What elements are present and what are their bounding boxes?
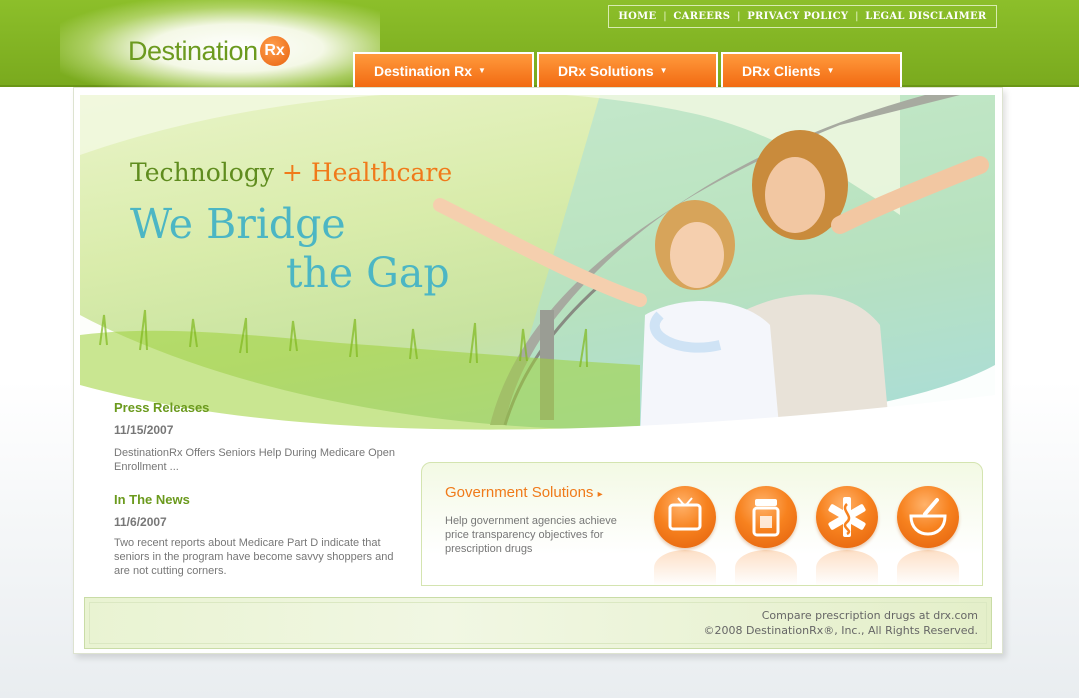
tv-icon-reflection (654, 550, 716, 586)
press-releases-heading[interactable]: Press Releases (114, 400, 209, 415)
nav-tab-label: DRx Solutions (558, 62, 654, 79)
mortar-pestle-icon[interactable] (897, 486, 959, 548)
pill-bottle-icon[interactable] (735, 486, 797, 548)
press-release-date: 11/15/2007 (114, 423, 174, 437)
separator: | (663, 11, 667, 22)
hero-banner (80, 95, 995, 437)
separator: | (855, 11, 859, 22)
tagline-plus: + (281, 158, 303, 187)
medical-star-icon-reflection (816, 550, 878, 586)
footer-copyright: ©2008 DestinationRx®, Inc., All Rights R… (703, 624, 978, 637)
in-the-news-heading[interactable]: In The News (114, 492, 190, 507)
news-summary[interactable]: Two recent reports about Medicare Part D… (114, 536, 399, 578)
utility-links: HOME | CAREERS | PRIVACY POLICY | LEGAL … (608, 5, 997, 28)
hero-illustration (80, 95, 995, 437)
separator: | (737, 11, 741, 22)
footer: Compare prescription drugs at drx.com ©2… (84, 597, 992, 649)
pill-bottle-icon-reflection (735, 550, 797, 586)
rx-badge-icon: Rx (259, 36, 290, 66)
logo-text: Destination (128, 35, 258, 66)
nav-tab-label: DRx Clients (742, 62, 821, 79)
privacy-policy-link[interactable]: PRIVACY POLICY (747, 11, 848, 22)
tagline-technology: Technology (130, 158, 274, 187)
main-nav: Destination Rx ▼ DRx Solutions ▼ DRx Cli… (353, 52, 902, 87)
careers-link[interactable]: CAREERS (673, 11, 730, 22)
gov-title-text: Government Solutions (445, 484, 594, 501)
government-solutions-link[interactable]: Government Solutions ▸ (445, 484, 603, 501)
chevron-down-icon: ▼ (826, 66, 835, 75)
logo[interactable]: Destination Rx (128, 34, 290, 68)
chevron-down-icon: ▼ (478, 66, 486, 75)
hero-headline-line2: the Gap (286, 249, 450, 297)
nav-tab-drx-clients[interactable]: DRx Clients ▼ (721, 52, 902, 87)
gov-description: Help government agencies achieve price t… (445, 515, 617, 555)
chevron-down-icon: ▼ (659, 66, 668, 75)
tagline-healthcare: Healthcare (310, 158, 453, 187)
hero-tagline: Technology + Healthcare (130, 158, 452, 187)
tv-icon[interactable] (654, 486, 716, 548)
arrow-right-icon: ▸ (597, 489, 603, 500)
home-link[interactable]: HOME (618, 11, 656, 22)
news-date: 11/6/2007 (114, 515, 167, 529)
nav-tab-drx-solutions[interactable]: DRx Solutions ▼ (537, 52, 718, 87)
nav-tab-label: Destination Rx (374, 62, 473, 79)
nav-tab-destination-rx[interactable]: Destination Rx ▼ (353, 52, 534, 87)
medical-star-icon[interactable] (816, 486, 878, 548)
hero-headline-line1: We Bridge (130, 200, 346, 248)
legal-disclaimer-link[interactable]: LEGAL DISCLAIMER (865, 11, 986, 22)
footer-compare-link[interactable]: Compare prescription drugs at drx.com (762, 609, 978, 622)
press-release-summary[interactable]: DestinationRx Offers Seniors Help During… (114, 446, 399, 474)
mortar-pestle-icon-reflection (897, 550, 959, 586)
